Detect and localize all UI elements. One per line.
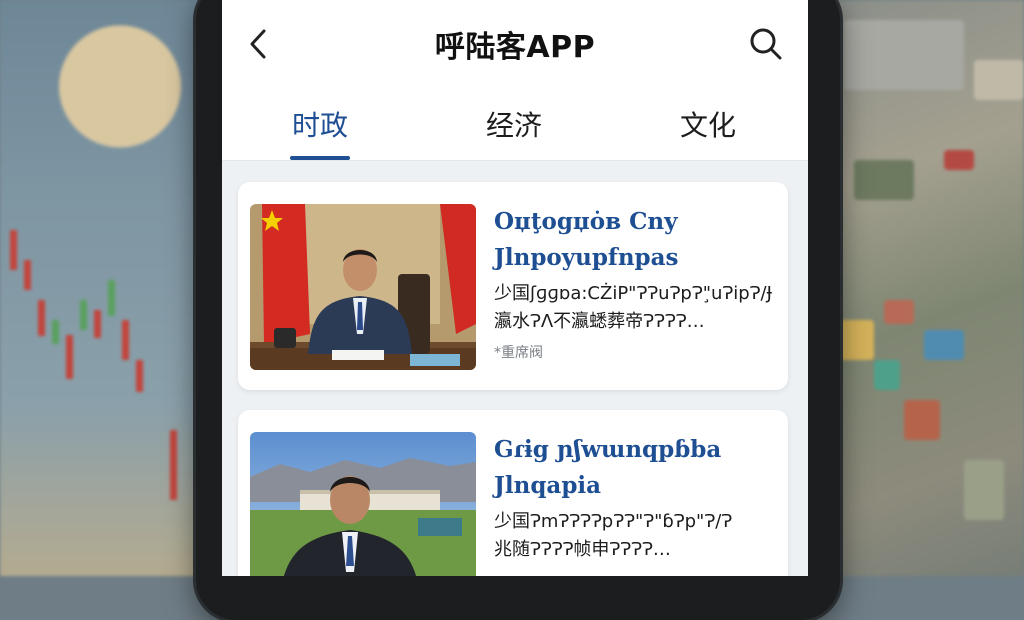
news-card[interactable]: Gɾɨg ɲʃwɯnqpɓba Jlnqapia 少国ɁmɁɁɁɁpɁɁ"Ɂ"ɓ… (238, 410, 788, 576)
phone-screen: 呼陆客APP 时政 经济 文化 Oџţogџȯʙ Cny Jlnpoyupfnp… (222, 0, 808, 576)
tab-culture[interactable]: 文化 (648, 104, 768, 144)
news-thumbnail (250, 432, 476, 576)
page-title: 呼陆客APP (434, 30, 596, 65)
headline-line-1: Oџţogџȯʙ Cny (494, 208, 678, 235)
background-left (0, 0, 200, 576)
search-button[interactable] (746, 24, 786, 64)
tab-economy[interactable]: 经济 (454, 104, 574, 144)
search-icon (750, 28, 782, 60)
headline-line-2: Jlnqapia (494, 472, 602, 499)
headline-line-1: Gɾɨg ɲʃwɯnqpɓba (494, 436, 722, 463)
summary-line-2: 兆随ɁɁɁɁ帧申ɁɁɁɁ… (494, 539, 671, 560)
news-summary: 少国ʃɡɡɒa:CŻiP"ɁɁuɁpɁ"̧uɁipɁ/Ɉ 瀛水ɁɅ不瀛蟋葬帝ɁɁ… (494, 280, 778, 336)
news-headline: Oџţogџȯʙ Cny Jlnpoyupfnpas (494, 204, 774, 276)
active-tab-indicator (290, 156, 350, 160)
news-card[interactable]: Oџţogџȯʙ Cny Jlnpoyupfnpas 少国ʃɡɡɒa:CŻiP"… (238, 182, 788, 390)
category-tabs: 时政 经济 文化 (222, 96, 808, 160)
headline-line-2: Jlnpoyupfnpas (494, 244, 679, 271)
tab-politics[interactable]: 时政 (260, 104, 380, 144)
summary-line-1: 少国ʃɡɡɒa:CŻiP"ɁɁuɁpɁ"̧uɁipɁ/Ɉ (494, 283, 772, 304)
news-thumbnail (250, 204, 476, 370)
news-summary: 少国ɁmɁɁɁɁpɁɁ"Ɂ"ɓɁp"Ɂ/Ɂ 兆随ɁɁɁɁ帧申ɁɁɁɁ… (494, 508, 778, 564)
summary-line-1: 少国ɁmɁɁɁɁpɁɁ"Ɂ"ɓɁp"Ɂ/Ɂ (494, 511, 733, 532)
summary-line-2: 瀛水ɁɅ不瀛蟋葬帝ɁɁɁɁ… (494, 311, 705, 332)
app-header: 呼陆客APP 时政 经济 文化 (222, 0, 808, 161)
news-headline: Gɾɨg ɲʃwɯnqpɓba Jlnqapia (494, 432, 774, 504)
background-right (824, 0, 1024, 576)
news-source: *重席阀 (494, 345, 543, 361)
